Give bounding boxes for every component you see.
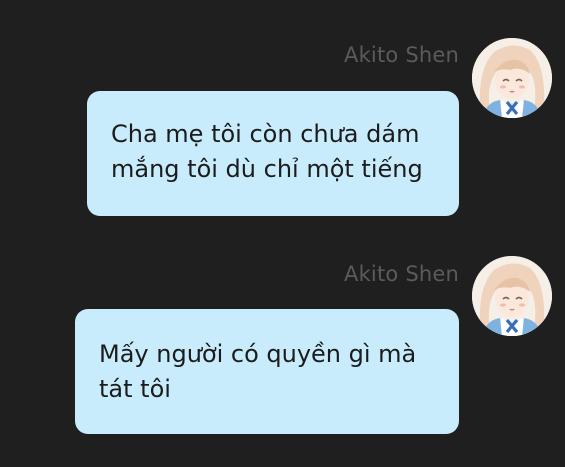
- avatar-illustration: [472, 38, 552, 118]
- message-bubble[interactable]: Mấy người có quyền gì mà tát tôi: [75, 309, 459, 434]
- message-text-line: tát tôi: [99, 375, 171, 403]
- sender-name: Akito Shen: [344, 262, 459, 286]
- message-text-line: mắng tôi dù chỉ một tiếng: [111, 155, 423, 183]
- sender-name: Akito Shen: [344, 43, 459, 67]
- avatar[interactable]: [472, 256, 552, 336]
- message-text-line: Cha mẹ tôi còn chưa dám: [111, 120, 420, 148]
- avatar[interactable]: [472, 38, 552, 118]
- message-text-line: Mấy người có quyền gì mà: [99, 340, 417, 368]
- message-bubble[interactable]: Cha mẹ tôi còn chưa dám mắng tôi dù chỉ …: [87, 91, 459, 216]
- avatar-illustration: [472, 256, 552, 336]
